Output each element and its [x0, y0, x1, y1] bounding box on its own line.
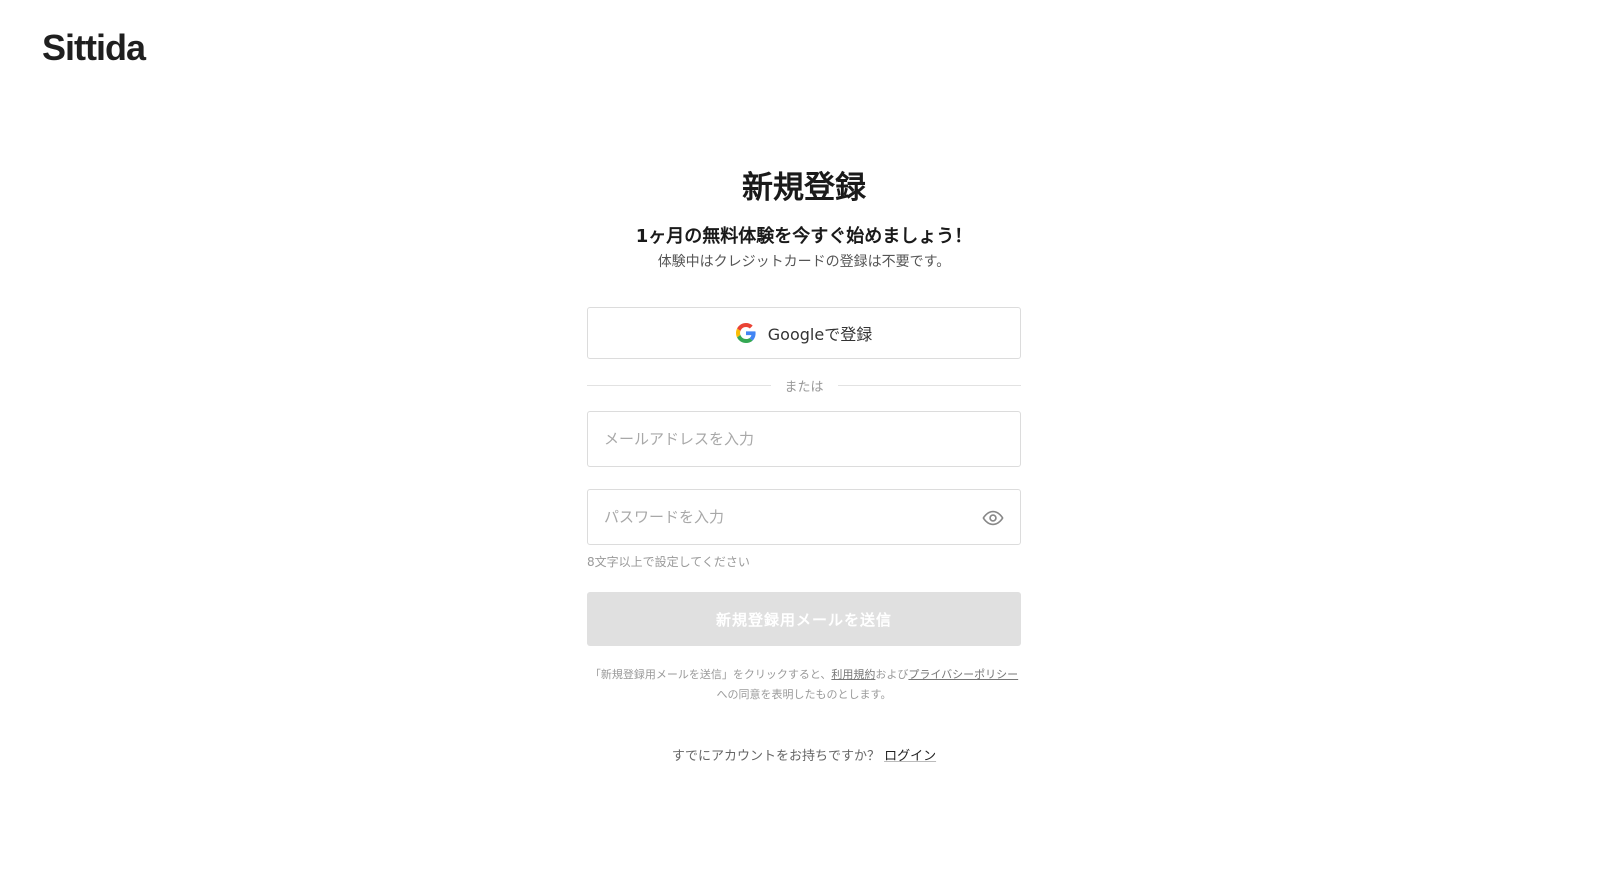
login-prompt-text: すでにアカウントをお持ちですか？: [671, 749, 881, 764]
eye-icon[interactable]: [982, 507, 1004, 529]
login-prompt: すでにアカウントをお持ちですか？ ログイン: [587, 745, 1021, 764]
trial-note: 体験中はクレジットカードの登録は不要です。: [657, 254, 951, 270]
google-signup-button[interactable]: Googleで登録: [587, 307, 1021, 359]
divider-line-right: [837, 384, 1022, 386]
send-signup-email-button[interactable]: 新規登録用メールを送信: [587, 592, 1021, 646]
terms-suffix: への同意を表明したものとします。: [716, 688, 892, 701]
page-subtitle: 1ヶ月の無料体験を今すぐ始めましょう！: [635, 226, 973, 247]
divider-text: または: [784, 379, 824, 395]
or-divider: または: [587, 375, 1022, 395]
google-signup-label: Googleで登録: [767, 325, 873, 344]
terms-prefix: 「新規登録用メールを送信」をクリックすると、: [589, 668, 832, 681]
login-link[interactable]: ログイン: [884, 749, 936, 764]
password-field-wrapper: [587, 489, 1021, 545]
email-input[interactable]: [588, 412, 1020, 466]
signup-form: 新規登録 1ヶ月の無料体験を今すぐ始めましょう！ 体験中はクレジットカードの登録…: [587, 166, 1022, 764]
app-logo[interactable]: Sittida: [42, 26, 146, 70]
google-g-icon: [735, 323, 756, 343]
email-field-wrapper: [587, 411, 1021, 467]
password-hint: 8文字以上で設定してください: [587, 555, 750, 569]
page-title: 新規登録: [742, 170, 866, 206]
terms-of-service-link[interactable]: 利用規約: [831, 668, 875, 681]
privacy-policy-link[interactable]: プライバシーポリシー: [908, 668, 1018, 681]
divider-line-left: [587, 384, 771, 386]
password-input[interactable]: [588, 490, 1020, 544]
terms-middle: および: [875, 668, 909, 681]
terms-notice: 「新規登録用メールを送信」をクリックすると、利用規約およびプライバシーポリシーへ…: [587, 665, 1021, 705]
